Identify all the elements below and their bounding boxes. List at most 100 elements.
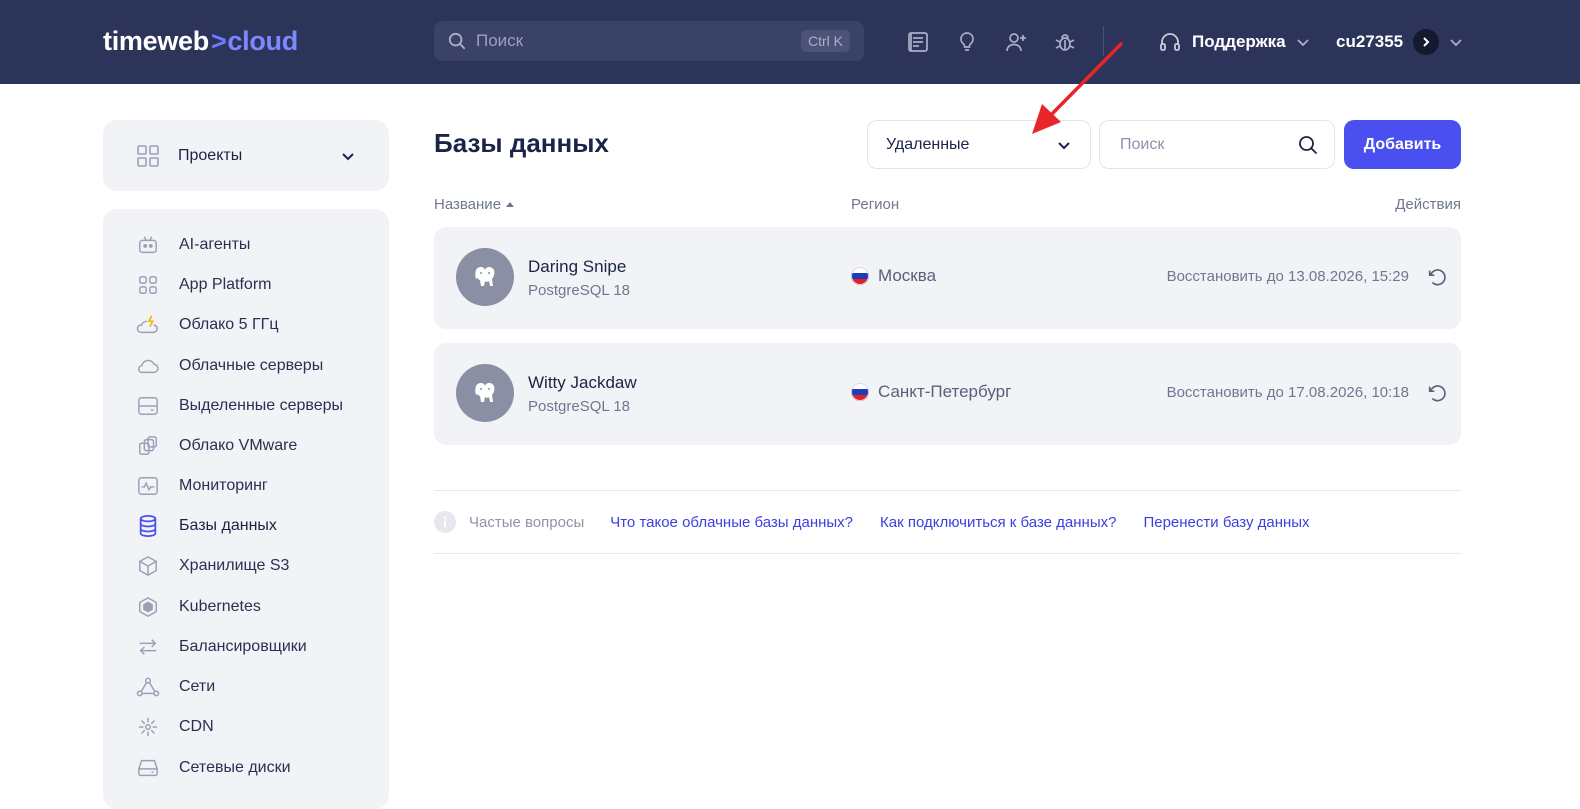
sidebar-item-balancers[interactable]: Балансировщики: [136, 635, 307, 659]
sidebar-item-vmware[interactable]: Облако VMware: [136, 434, 297, 458]
column-header-name[interactable]: Название: [434, 196, 515, 213]
sidebar-item-ai-agents[interactable]: AI-агенты: [136, 233, 250, 257]
sidebar-item-label: Облако 5 ГГц: [179, 316, 279, 333]
support-menu[interactable]: Поддержка: [1158, 27, 1310, 57]
database-name[interactable]: Daring Snipe: [528, 257, 626, 277]
projects-selector[interactable]: Проекты: [103, 120, 389, 191]
table-row[interactable]: Daring Snipe PostgreSQL 18 Москва Восста…: [434, 227, 1461, 329]
kubernetes-icon: [136, 595, 160, 619]
sidebar-item-label: Базы данных: [179, 517, 277, 534]
sidebar-item-label: CDN: [179, 718, 214, 735]
table-row[interactable]: Witty Jackdaw PostgreSQL 18 Санкт-Петерб…: [434, 343, 1461, 445]
sidebar-item-network-disks[interactable]: Сетевые диски: [136, 756, 291, 780]
chevron-down-icon: [1296, 35, 1310, 49]
support-label: Поддержка: [1192, 32, 1286, 51]
annotation-arrow: [1028, 42, 1128, 138]
column-header-label: Регион: [851, 196, 900, 213]
sidebar-item-s3-storage[interactable]: Хранилище S3: [136, 554, 289, 578]
storage-cube-icon: [136, 554, 160, 578]
search-icon: [448, 32, 466, 50]
sidebar-item-label: Kubernetes: [179, 598, 261, 615]
logo-main: timeweb: [103, 25, 209, 56]
sidebar-item-kubernetes[interactable]: Kubernetes: [136, 595, 261, 619]
russia-flag-icon: [851, 383, 869, 401]
database-region: Москва: [851, 266, 936, 286]
disk-icon: [136, 756, 160, 780]
sidebar-item-label: Сетевые диски: [179, 759, 291, 776]
sidebar-item-label: Облачные серверы: [179, 357, 324, 374]
server-icon: [136, 394, 160, 418]
app-platform-icon: [136, 273, 160, 297]
region-label: Москва: [878, 266, 937, 285]
logo[interactable]: timeweb > cloud: [103, 26, 298, 56]
sidebar-item-label: Облако VMware: [179, 437, 298, 454]
info-icon: [434, 511, 456, 533]
projects-label: Проекты: [178, 146, 243, 164]
page-title: Базы данных: [434, 128, 609, 158]
faq-bar: Частые вопросы Что такое облачные базы д…: [434, 490, 1461, 554]
russia-flag-icon: [851, 267, 869, 285]
cloud-icon: [136, 354, 160, 378]
add-user-icon[interactable]: [1002, 28, 1029, 55]
faq-link-what-is-cloud-db[interactable]: Что такое облачные базы данных?: [610, 514, 853, 531]
network-icon: [136, 675, 160, 699]
column-header-label: Действия: [1395, 196, 1461, 213]
chevron-down-icon: [340, 148, 356, 164]
faq-link-migrate-db[interactable]: Перенести базу данных: [1143, 514, 1309, 531]
sidebar-item-label: Балансировщики: [179, 638, 307, 655]
postgresql-elephant-icon: [456, 364, 514, 422]
cdn-icon: [136, 715, 160, 739]
column-header-label: Название: [434, 196, 502, 213]
region-label: Санкт-Петербург: [878, 382, 1012, 401]
sidebar-item-databases[interactable]: Базы данных: [136, 514, 277, 538]
sidebar-item-networks[interactable]: Сети: [136, 675, 215, 699]
monitoring-icon: [136, 474, 160, 498]
sidebar-item-label: Выделенные серверы: [179, 397, 344, 414]
chevron-down-icon: [1056, 137, 1072, 153]
chevron-right-icon: [1413, 29, 1440, 55]
logo-suffix: cloud: [227, 25, 298, 56]
chevron-down-icon: [1449, 35, 1463, 49]
balancer-icon: [136, 635, 160, 659]
cloud-lightning-icon: [136, 313, 160, 337]
vmware-icon: [136, 434, 160, 458]
sidebar-item-cloud-5ghz[interactable]: Облако 5 ГГц: [136, 313, 278, 337]
sidebar-item-label: Сети: [179, 678, 216, 695]
sidebar-nav: AI-агенты App Platform Облако 5 ГГц Обла…: [103, 209, 389, 809]
top-bar: timeweb > cloud Поиск Ctrl K Поддержка c…: [0, 0, 1580, 84]
add-button[interactable]: Добавить: [1344, 120, 1461, 169]
global-search-input[interactable]: Поиск Ctrl K: [434, 21, 864, 61]
global-search-placeholder: Поиск: [476, 31, 524, 50]
database-engine: PostgreSQL 18: [528, 282, 631, 299]
restore-deadline: Восстановить до 13.08.2026, 15:29: [1166, 268, 1409, 285]
restore-icon[interactable]: [1425, 381, 1449, 405]
logo-mark: >: [210, 25, 227, 56]
sidebar-item-label: Мониторинг: [179, 477, 268, 494]
docs-icon[interactable]: [904, 28, 931, 55]
search-shortcut: Ctrl K: [801, 30, 850, 52]
sidebar-item-cloud-servers[interactable]: Облачные серверы: [136, 354, 323, 378]
sidebar-item-dedicated-servers[interactable]: Выделенные серверы: [136, 394, 343, 418]
faq-link-how-to-connect[interactable]: Как подключиться к базе данных?: [880, 514, 1116, 531]
database-icon: [136, 514, 160, 538]
sidebar-item-label: Хранилище S3: [179, 557, 290, 574]
user-menu[interactable]: cu27355: [1336, 27, 1463, 57]
database-search-input[interactable]: [1118, 134, 1298, 155]
ai-agent-icon: [136, 233, 160, 257]
search-icon[interactable]: [1298, 135, 1318, 155]
restore-icon[interactable]: [1425, 265, 1449, 289]
sidebar-item-label: AI-агенты: [179, 236, 251, 253]
column-header-actions: Действия: [1395, 196, 1461, 213]
sidebar-item-app-platform[interactable]: App Platform: [136, 273, 271, 297]
sidebar-item-monitoring[interactable]: Мониторинг: [136, 474, 268, 498]
lightbulb-icon[interactable]: [953, 28, 980, 55]
sidebar-item-cdn[interactable]: CDN: [136, 715, 214, 739]
postgresql-elephant-icon: [456, 248, 514, 306]
user-name: cu27355: [1336, 32, 1404, 51]
projects-icon: [136, 144, 160, 168]
database-name[interactable]: Witty Jackdaw: [528, 373, 637, 393]
database-search-box[interactable]: [1099, 120, 1335, 169]
sort-asc-icon: [505, 200, 515, 210]
status-filter-value: Удаленные: [886, 135, 970, 153]
database-engine: PostgreSQL 18: [528, 398, 631, 415]
